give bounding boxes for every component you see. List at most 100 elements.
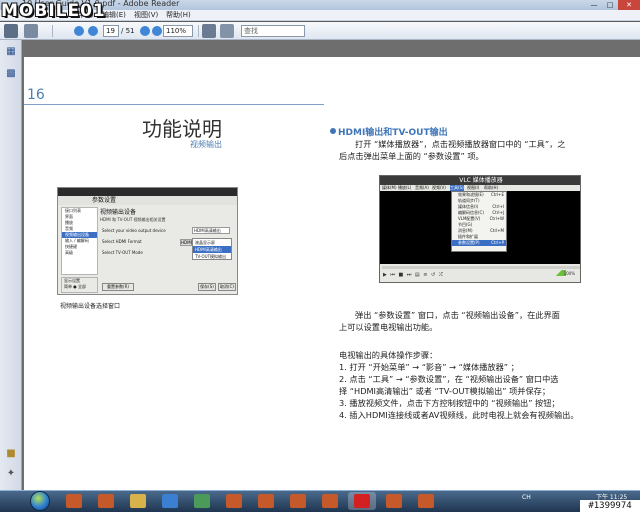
attachments-icon[interactable]: ✦ [5, 468, 17, 480]
para2-line: 上可以设置电视输出功能。 [339, 322, 438, 332]
vlc-player-screenshot: VLC 媒体播放器 媒体(M) 播放(L) 音频(A) 视频(V) 工具(S) … [379, 175, 581, 283]
taskbar-app[interactable] [220, 492, 248, 510]
intro-line: 后点击弹出菜单上面的 “参数设置” 项。 [339, 151, 484, 161]
watermark: #1399974 [580, 500, 640, 512]
vlc-menu-item: 音频(A) [415, 185, 429, 190]
toolbar-separator [52, 25, 53, 37]
maximize-button[interactable]: □ [602, 0, 618, 10]
save-button: 保存(S) [198, 283, 216, 291]
figure-caption: 视频输出设备选择窗口 [60, 303, 121, 310]
vlc-control-buttons: ▶ ⏮ ■ ⏭ ▤ ≡ ↺ ⤮ [383, 272, 444, 278]
dialog-row-label: Select your video output device [102, 228, 166, 233]
app-icon [226, 494, 242, 508]
bullet-icon [330, 128, 336, 134]
dropdown-option-selected: HDMI高清输出 [193, 246, 231, 253]
page-number-input[interactable]: 19 [103, 25, 119, 37]
app-icon [194, 494, 210, 508]
app-icon [386, 494, 402, 508]
navigation-pane: ▦ ▩ ■ ✦ [0, 40, 22, 490]
comments-icon[interactable]: ■ [5, 448, 17, 460]
hdmi-small-button: HDMI [180, 239, 192, 246]
taskbar-media-player[interactable] [156, 492, 184, 510]
dialog-row-label: Select HDMI Format [102, 239, 142, 244]
pages-panel-icon[interactable]: ▦ [5, 46, 17, 58]
previous-page-icon[interactable] [74, 26, 84, 36]
intro-line: 打开 “媒体播放器”，点击视频播放器窗口中的 “工具”，之 [355, 139, 566, 149]
fit-width-icon[interactable] [220, 24, 234, 38]
section-subtitle: 视频输出 [190, 140, 222, 149]
fit-page-icon[interactable] [202, 24, 216, 38]
right-heading: HDMI输出和TV-OUT输出 [338, 128, 448, 138]
page-number: 16 [27, 87, 45, 103]
taskbar-app[interactable] [60, 492, 88, 510]
taskbar-app[interactable] [380, 492, 408, 510]
app-icon [322, 494, 338, 508]
print-icon[interactable] [4, 24, 18, 38]
dialog-subheading: HDMI 和 TV-OUT 视频输出相关设置 [100, 217, 166, 222]
email-icon[interactable] [24, 24, 38, 38]
vlc-menu-item: 播放(L) [398, 185, 412, 190]
app-icon [66, 494, 82, 508]
para2-line: 弹出 “参数设置” 窗口，点击 “视频输出设备”，在此界面 [355, 310, 560, 320]
document-area: 16 功能说明 视频输出 参数设置 接口列表 界面 播放 音频 视频输出设备 输… [22, 40, 640, 490]
taskbar-explorer[interactable] [124, 492, 152, 510]
menu-help[interactable]: 帮助(H) [166, 10, 191, 21]
dialog-row-label: Select TV-OUT Mode [102, 250, 143, 255]
vlc-title: VLC 媒体播放器 [380, 176, 580, 185]
display-settings-options: 简单 ● 全部 [64, 284, 87, 289]
output-device-dropdown: 液晶显示屏 HDMI高清输出 TV-OUT模拟输出 [192, 238, 232, 260]
close-button[interactable]: ✕ [618, 0, 640, 10]
search-input[interactable]: 查找 [241, 25, 305, 37]
adobe-reader-icon [354, 494, 370, 508]
popup-item-preferences: 参数设置(P) Ctrl+P [452, 240, 506, 246]
vlc-tools-popup: 效果和滤镜(E) Ctrl+E 轨道同步(T) 媒体信息(I) Ctrl+I 编解码… [451, 191, 507, 252]
taskbar-adobe-reader[interactable] [348, 492, 376, 510]
step-line: 2. 点击 “工具” → “参数设置”，在 “视频输出设备” 窗口中选 [339, 374, 559, 384]
taskbar-app[interactable] [316, 492, 344, 510]
reset-button: 重置参数(R) [102, 283, 134, 291]
output-device-select: HDMI高清输出 [192, 227, 230, 234]
pdf-page: 16 功能说明 视频输出 参数设置 接口列表 界面 播放 音频 视频输出设备 输… [24, 57, 640, 490]
app-icon [290, 494, 306, 508]
dropdown-option: 液晶显示屏 [195, 240, 215, 245]
steps-heading: 电视输出的具体操作步骤： [339, 350, 438, 360]
dialog-topbar [58, 188, 237, 196]
language-indicator[interactable]: CH [522, 494, 531, 501]
page-total: / 51 [121, 27, 135, 35]
minimize-button[interactable]: — [586, 0, 602, 10]
dialog-heading: 视频输出设备 [100, 209, 137, 216]
settings-dialog-screenshot: 参数设置 接口列表 界面 播放 音频 视频输出设备 输入 / 编解码 快捷键 高… [57, 187, 238, 295]
zoom-select[interactable]: 110% [163, 25, 193, 37]
tree-item: 高级 [65, 250, 73, 255]
zoom-out-icon[interactable] [140, 26, 150, 36]
step-line: 4. 插入HDMI连接线或者AV视频线，此时电视上就会有视频输出。 [339, 410, 579, 420]
vlc-menu-item: 媒体(M) [382, 185, 397, 190]
toolbar-separator [198, 25, 199, 37]
vlc-menu-item: 视频(V) [432, 185, 446, 190]
mobile01-logo: MOBILE01 [1, 1, 106, 21]
start-button[interactable] [30, 491, 50, 511]
folder-icon [130, 494, 146, 508]
adobe-reader-window: 10 User Guide V1.0.pdf - Adobe Reader — … [0, 0, 640, 512]
dropdown-option: TV-OUT模拟输出 [195, 254, 227, 259]
settings-tree: 接口列表 界面 播放 音频 视频输出设备 输入 / 编解码 快捷键 高级 [61, 207, 98, 275]
app-icon [418, 494, 434, 508]
taskbar-app[interactable] [284, 492, 312, 510]
vlc-seekbar [382, 266, 580, 269]
next-page-icon[interactable] [88, 26, 98, 36]
app-icon [98, 494, 114, 508]
section-title: 功能说明 [142, 117, 222, 141]
taskbar-app[interactable] [252, 492, 280, 510]
taskbar-app[interactable] [188, 492, 216, 510]
toolbar: 19 / 51 110% 查找 [0, 22, 640, 40]
menu-view[interactable]: 视图(V) [134, 10, 158, 21]
bookmarks-panel-icon[interactable]: ▩ [5, 68, 17, 80]
taskbar-app[interactable] [92, 492, 120, 510]
taskbar-app[interactable] [412, 492, 440, 510]
vlc-volume-label: 100% [563, 271, 575, 276]
play-icon [162, 494, 178, 508]
dialog-title: 参数设置 [58, 196, 237, 205]
cancel-button: 取消(C) [218, 283, 236, 291]
zoom-in-icon[interactable] [152, 26, 162, 36]
header-rule [24, 104, 324, 105]
